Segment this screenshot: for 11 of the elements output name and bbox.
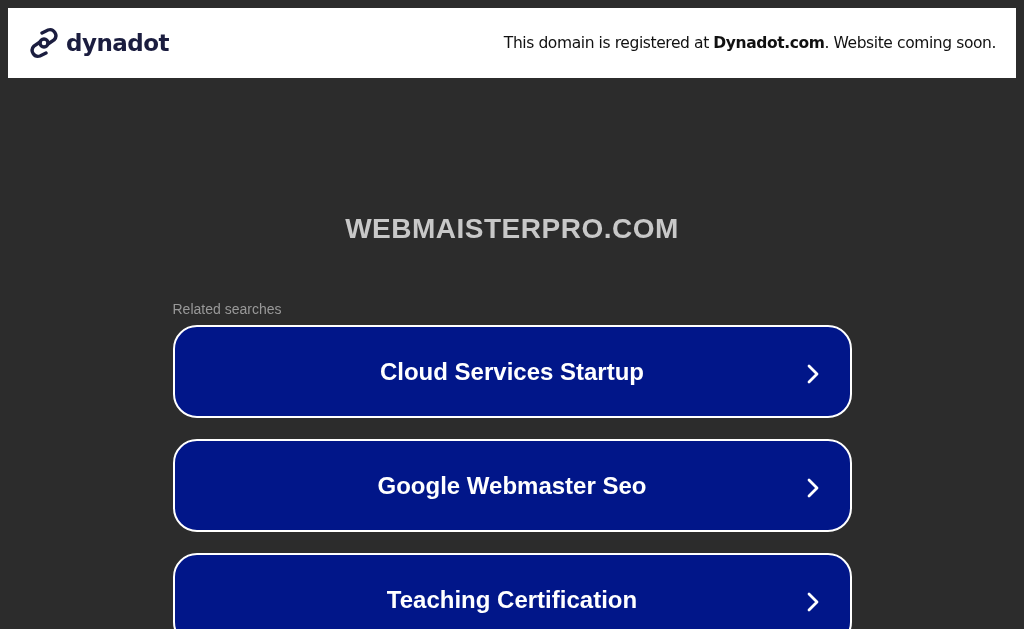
chevron-right-icon — [805, 363, 820, 385]
domain-notice: This domain is registered at Dynadot.com. Website coming soon. — [503, 34, 996, 52]
related-search-link[interactable]: Google Webmaster Seo — [172, 439, 852, 532]
related-searches-label: Related searches — [172, 301, 283, 317]
chevron-right-icon — [805, 477, 820, 499]
chain-link-icon — [28, 27, 60, 59]
related-search-link[interactable]: Teaching Certification — [172, 553, 852, 629]
logo-text: dynadot — [66, 30, 170, 56]
related-search-link[interactable]: Cloud Services Startup — [172, 325, 852, 418]
domain-title: WEBMAISTERPRO.COM — [345, 212, 679, 246]
chevron-right-icon — [805, 591, 820, 613]
